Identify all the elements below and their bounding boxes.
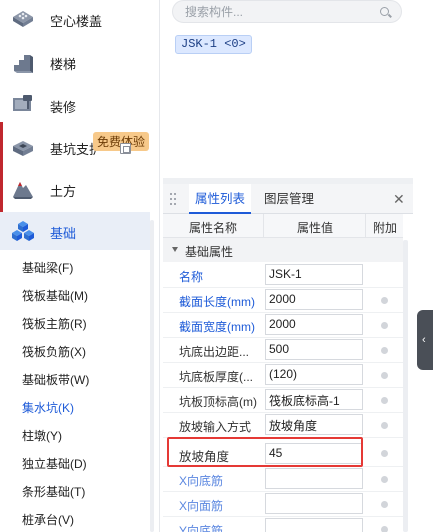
search-icon[interactable] bbox=[380, 7, 389, 16]
drag-handle-icon[interactable] bbox=[170, 193, 176, 205]
foundation-icon bbox=[12, 221, 34, 241]
sub-item-foundation-strip[interactable]: 基础板带(W) bbox=[22, 371, 89, 388]
property-name: 放坡输入方式 bbox=[179, 420, 252, 434]
foundation-pit-icon bbox=[13, 141, 33, 156]
property-name: 截面长度(mm) bbox=[179, 295, 255, 309]
property-group-title: 基础属性 bbox=[185, 245, 234, 259]
decoration-icon bbox=[13, 95, 32, 111]
property-value-input[interactable]: (120) bbox=[265, 364, 363, 385]
collapse-triangle-icon[interactable] bbox=[172, 247, 178, 252]
property-name: X向底筋 bbox=[179, 474, 224, 488]
nav-item-label: 土方 bbox=[50, 184, 77, 199]
property-row: 坑底板厚度(... (120) bbox=[163, 363, 403, 388]
chevron-left-icon: ‹ bbox=[422, 334, 426, 346]
attach-checkbox[interactable] bbox=[381, 297, 388, 304]
property-row: Y向底筋 bbox=[163, 517, 403, 532]
property-row: 截面宽度(mm) 2000 bbox=[163, 313, 403, 338]
nav-item-label: 空心楼盖 bbox=[50, 14, 103, 29]
sub-item-raft-main-rebar[interactable]: 筏板主筋(R) bbox=[22, 315, 87, 332]
sub-item-raft-foundation[interactable]: 筏板基础(M) bbox=[22, 287, 88, 304]
nav-item-label: 基础 bbox=[50, 226, 77, 241]
property-name: 名称 bbox=[179, 270, 204, 284]
property-value-input[interactable]: JSK-1 bbox=[265, 264, 363, 285]
right-panel: JSK-1 <0> 属性列表 图层管理 ✕ 属性名称 属性值 附加 基础属性 名… bbox=[163, 0, 413, 532]
panel-collapse-handle[interactable]: ‹ bbox=[417, 310, 433, 370]
tab-layer-management[interactable]: 图层管理 bbox=[258, 184, 320, 214]
sub-item-column-pier[interactable]: 柱墩(Y) bbox=[22, 427, 62, 444]
nav-scrollbar[interactable] bbox=[150, 220, 154, 532]
property-name: X向面筋 bbox=[179, 499, 224, 513]
sub-item-raft-negative-rebar[interactable]: 筏板负筋(X) bbox=[22, 343, 86, 360]
nav-item-stairs[interactable]: 楼梯 bbox=[0, 43, 150, 81]
sub-item-foundation-beam[interactable]: 基础梁(F) bbox=[22, 259, 73, 276]
property-grid-header: 属性名称 属性值 附加 bbox=[163, 214, 403, 238]
copy-icon[interactable] bbox=[120, 143, 131, 154]
column-header-name: 属性名称 bbox=[189, 221, 238, 235]
component-search-input[interactable] bbox=[185, 3, 375, 21]
column-header-value: 属性值 bbox=[297, 221, 334, 235]
property-value-input[interactable]: 筏板底标高-1 bbox=[265, 389, 363, 410]
column-separator bbox=[263, 214, 264, 238]
attach-checkbox[interactable] bbox=[381, 501, 388, 508]
nav-item-label: 装修 bbox=[50, 100, 77, 115]
property-name: 截面宽度(mm) bbox=[179, 320, 255, 334]
property-name: 坑底板厚度(... bbox=[179, 370, 253, 384]
property-group-basic[interactable]: 基础属性 bbox=[163, 238, 403, 262]
highlight-annotation-box bbox=[167, 437, 363, 467]
property-value-input[interactable]: 放坡角度 bbox=[265, 414, 363, 435]
sub-item-isolated-footing[interactable]: 独立基础(D) bbox=[22, 455, 87, 472]
attach-checkbox[interactable] bbox=[381, 322, 388, 329]
sub-item-strip-footing[interactable]: 条形基础(T) bbox=[22, 483, 85, 500]
property-value-input[interactable] bbox=[265, 493, 363, 514]
sub-item-sump-pit[interactable]: 集水坑(K) bbox=[22, 399, 74, 416]
hollow-floor-icon bbox=[13, 11, 33, 27]
close-icon[interactable]: ✕ bbox=[393, 191, 405, 208]
property-value-input[interactable]: 2000 bbox=[265, 289, 363, 310]
attach-checkbox[interactable] bbox=[381, 450, 388, 457]
property-row: 坑底出边距... 500 bbox=[163, 338, 403, 363]
attach-checkbox[interactable] bbox=[381, 372, 388, 379]
property-name: 坑板顶标高(m) bbox=[179, 395, 257, 409]
attach-checkbox[interactable] bbox=[381, 347, 388, 354]
nav-item-label: 楼梯 bbox=[50, 57, 77, 72]
property-row: X向底筋 bbox=[163, 467, 403, 492]
property-value-input[interactable]: 500 bbox=[265, 339, 363, 360]
property-row: 截面长度(mm) 2000 bbox=[163, 288, 403, 313]
property-panel-tabs: 属性列表 图层管理 ✕ bbox=[163, 184, 413, 214]
property-row: 坑板顶标高(m) 筏板底标高-1 bbox=[163, 388, 403, 413]
property-scrollbar[interactable] bbox=[403, 240, 408, 532]
nav-item-earthwork[interactable]: 土方 bbox=[0, 164, 150, 214]
nav-item-foundation[interactable]: 基础 bbox=[0, 212, 150, 250]
attach-checkbox[interactable] bbox=[381, 476, 388, 483]
left-nav-panel: 空心楼盖 楼梯 装修 基坑支护 免费体验 土方 基础 基础梁(F) 筏板基础(M… bbox=[0, 0, 160, 532]
property-row: 名称 JSK-1 bbox=[163, 263, 403, 288]
property-value-input[interactable]: 2000 bbox=[265, 314, 363, 335]
nav-item-decoration[interactable]: 装修 bbox=[0, 86, 150, 124]
attach-checkbox[interactable] bbox=[381, 422, 388, 429]
attach-checkbox[interactable] bbox=[381, 526, 388, 532]
property-row: X向面筋 bbox=[163, 492, 403, 517]
stairs-icon bbox=[14, 55, 33, 73]
property-value-input[interactable] bbox=[265, 518, 363, 532]
earthwork-icon bbox=[13, 182, 33, 199]
property-name: 坑底出边距... bbox=[179, 345, 250, 359]
property-row: 放坡输入方式 放坡角度 bbox=[163, 413, 403, 438]
property-name: Y向底筋 bbox=[179, 524, 224, 532]
nav-item-hollow-floor[interactable]: 空心楼盖 bbox=[0, 0, 150, 38]
sub-item-pile-cap[interactable]: 桩承台(V) bbox=[22, 511, 74, 528]
component-list-item[interactable]: JSK-1 <0> bbox=[175, 35, 252, 54]
column-separator bbox=[365, 214, 366, 238]
tab-property-list[interactable]: 属性列表 bbox=[189, 184, 252, 214]
column-header-extra: 附加 bbox=[373, 221, 398, 235]
attach-checkbox[interactable] bbox=[381, 397, 388, 404]
component-search-box bbox=[172, 0, 402, 23]
property-value-input[interactable] bbox=[265, 468, 363, 489]
